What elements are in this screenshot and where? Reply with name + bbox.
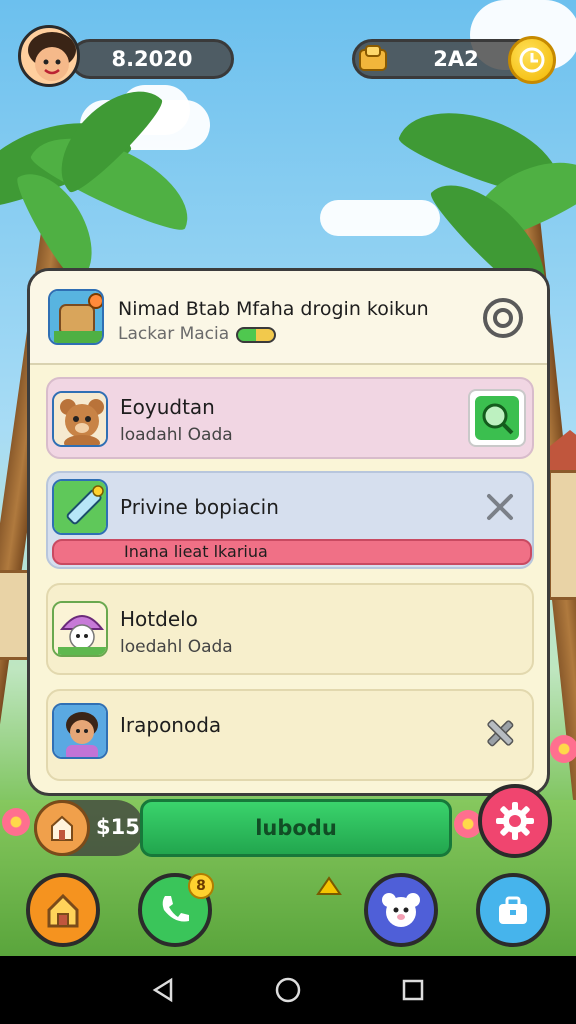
list-item[interactable]: Privine bopiacin Inana lieat lkariua	[46, 471, 534, 569]
house	[548, 470, 576, 600]
briefcase-icon	[499, 896, 527, 924]
flower	[550, 735, 576, 763]
phone-badge: 8	[188, 873, 214, 899]
list-item-subtitle: loedahl Oada	[120, 637, 233, 657]
list-item-title: Iraponoda	[120, 713, 222, 737]
list-item-title: Privine bopiacin	[120, 495, 279, 519]
list-item[interactable]: Iraponoda	[46, 689, 534, 781]
recents-square-icon	[403, 979, 424, 1001]
quest-scroll-icon	[48, 289, 104, 345]
house	[0, 570, 30, 660]
bear-icon	[52, 391, 108, 447]
score-value: 8.2020	[111, 47, 193, 71]
mushroom-character-icon	[52, 601, 108, 657]
tools-icon	[487, 719, 514, 747]
quest-panel: Nimad Btab Mfaha drogin koikun Lackar Ma…	[27, 268, 550, 796]
progress-banner-text: Inana lieat lkariua	[124, 542, 268, 561]
add-currency-button[interactable]	[508, 36, 556, 84]
close-icon	[487, 494, 513, 520]
panel-title: Nimad Btab Mfaha drogin koikun	[118, 298, 429, 320]
cloud	[320, 200, 440, 236]
phone-button[interactable]: 8	[138, 873, 214, 947]
map-button[interactable]	[468, 389, 526, 447]
list-item-title: Eoyudtan	[120, 395, 215, 419]
confirm-button[interactable]: lubodu	[140, 799, 452, 857]
pencil-icon	[52, 479, 108, 535]
pet-button[interactable]	[364, 873, 438, 947]
target-icon	[493, 308, 513, 328]
close-button[interactable]	[480, 487, 520, 527]
price-value: $15	[96, 815, 140, 839]
list-item-title: Hotdelo	[120, 607, 198, 631]
back-button[interactable]	[141, 968, 185, 1012]
search-map-icon	[475, 396, 519, 440]
progress-pill-icon	[236, 327, 276, 343]
progress-banner: Inana lieat lkariua	[52, 539, 532, 565]
home-icon	[47, 893, 79, 928]
panel-header: Nimad Btab Mfaha drogin koikun Lackar Ma…	[30, 271, 547, 365]
confirm-button-label: lubodu	[255, 816, 337, 840]
phone-icon	[162, 896, 189, 922]
phone-badge-count: 8	[196, 878, 206, 894]
character-portrait-icon	[52, 703, 108, 759]
inventory-button[interactable]	[476, 873, 550, 947]
target-button[interactable]	[483, 298, 523, 338]
list-item[interactable]: Hotdelo loedahl Oada	[46, 583, 534, 675]
settings-button[interactable]	[478, 784, 552, 858]
score-display: 8.2020	[70, 39, 234, 79]
panel-subtitle: Lackar Macia	[118, 324, 230, 344]
system-navigation-bar	[0, 956, 576, 1024]
bear-face-icon	[382, 893, 420, 927]
back-triangle-icon	[152, 977, 172, 1003]
home-button[interactable]	[26, 873, 100, 947]
shop-icon	[34, 800, 90, 856]
currency-value: 2A2	[433, 47, 479, 71]
price-tag: $15	[34, 800, 144, 856]
gear-icon	[496, 802, 534, 840]
player-avatar[interactable]	[18, 25, 80, 87]
recents-button[interactable]	[391, 968, 435, 1012]
home-circle-icon	[275, 977, 301, 1003]
list-item[interactable]: Eoyudtan loadahl Oada	[46, 377, 534, 459]
warning-icon	[316, 876, 342, 895]
coin-icon	[519, 47, 545, 73]
list-item-subtitle: loadahl Oada	[120, 425, 233, 445]
treasure-icon	[359, 45, 387, 71]
tools-button[interactable]	[480, 713, 520, 753]
flower	[2, 808, 30, 836]
home-nav-button[interactable]	[266, 968, 310, 1012]
